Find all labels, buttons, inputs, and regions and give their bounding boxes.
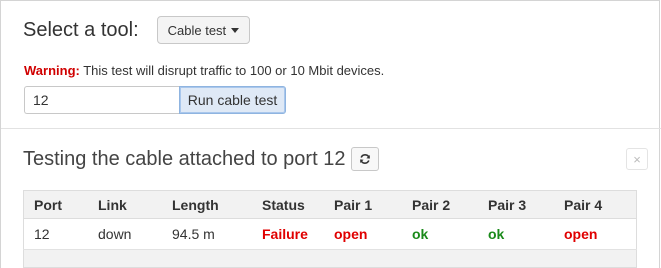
cell-status: Failure xyxy=(252,218,324,250)
warning-text: This test will disrupt traffic to 100 or… xyxy=(79,63,385,78)
refresh-icon xyxy=(360,154,371,164)
column-header-pair4: Pair 4 xyxy=(554,190,637,219)
table-row: 12 down 94.5 m Failure open ok ok open xyxy=(23,218,637,250)
tool-selector-label: Select a tool: xyxy=(23,18,139,41)
tool-dropdown[interactable]: Cable test xyxy=(156,16,251,44)
section-divider xyxy=(1,128,661,129)
cell-pair1: open xyxy=(324,218,402,250)
cell-pair4: open xyxy=(554,218,637,250)
column-header-status: Status xyxy=(252,190,324,219)
column-header-pair3: Pair 3 xyxy=(478,190,554,219)
warning-message: Warning: This test will disrupt traffic … xyxy=(24,63,384,78)
cell-link: down xyxy=(88,218,162,250)
table-header-row: Port Link Length Status Pair 1 Pair 2 Pa… xyxy=(23,190,637,219)
table-footer xyxy=(23,249,637,268)
column-header-pair1: Pair 1 xyxy=(324,190,402,219)
cable-test-results-table: Port Link Length Status Pair 1 Pair 2 Pa… xyxy=(23,190,637,268)
column-header-link: Link xyxy=(88,190,162,219)
close-button[interactable]: × xyxy=(626,148,648,170)
column-header-pair2: Pair 2 xyxy=(402,190,478,219)
cell-pair2: ok xyxy=(402,218,478,250)
column-header-length: Length xyxy=(162,190,252,219)
table-footer-row xyxy=(23,249,637,268)
cell-length: 94.5 m xyxy=(162,218,252,250)
run-cable-test-button[interactable]: Run cable test xyxy=(179,86,286,114)
results-header: Testing the cable attached to port 12 xyxy=(23,147,380,171)
cell-pair3: ok xyxy=(478,218,554,250)
results-title: Testing the cable attached to port 12 xyxy=(23,147,346,170)
warning-prefix: Warning: xyxy=(24,63,80,78)
column-header-port: Port xyxy=(23,190,88,219)
tool-selector-row: Select a tool: Cable test xyxy=(23,16,251,44)
cable-test-panel: Select a tool: Cable test Warning: This … xyxy=(0,0,661,268)
cell-port: 12 xyxy=(23,218,88,250)
tool-dropdown-value: Cable test xyxy=(167,22,227,38)
refresh-button[interactable] xyxy=(351,147,380,171)
port-input-value: 12 xyxy=(33,92,49,108)
port-input[interactable]: 12 xyxy=(24,86,180,114)
caret-down-icon xyxy=(231,28,240,33)
